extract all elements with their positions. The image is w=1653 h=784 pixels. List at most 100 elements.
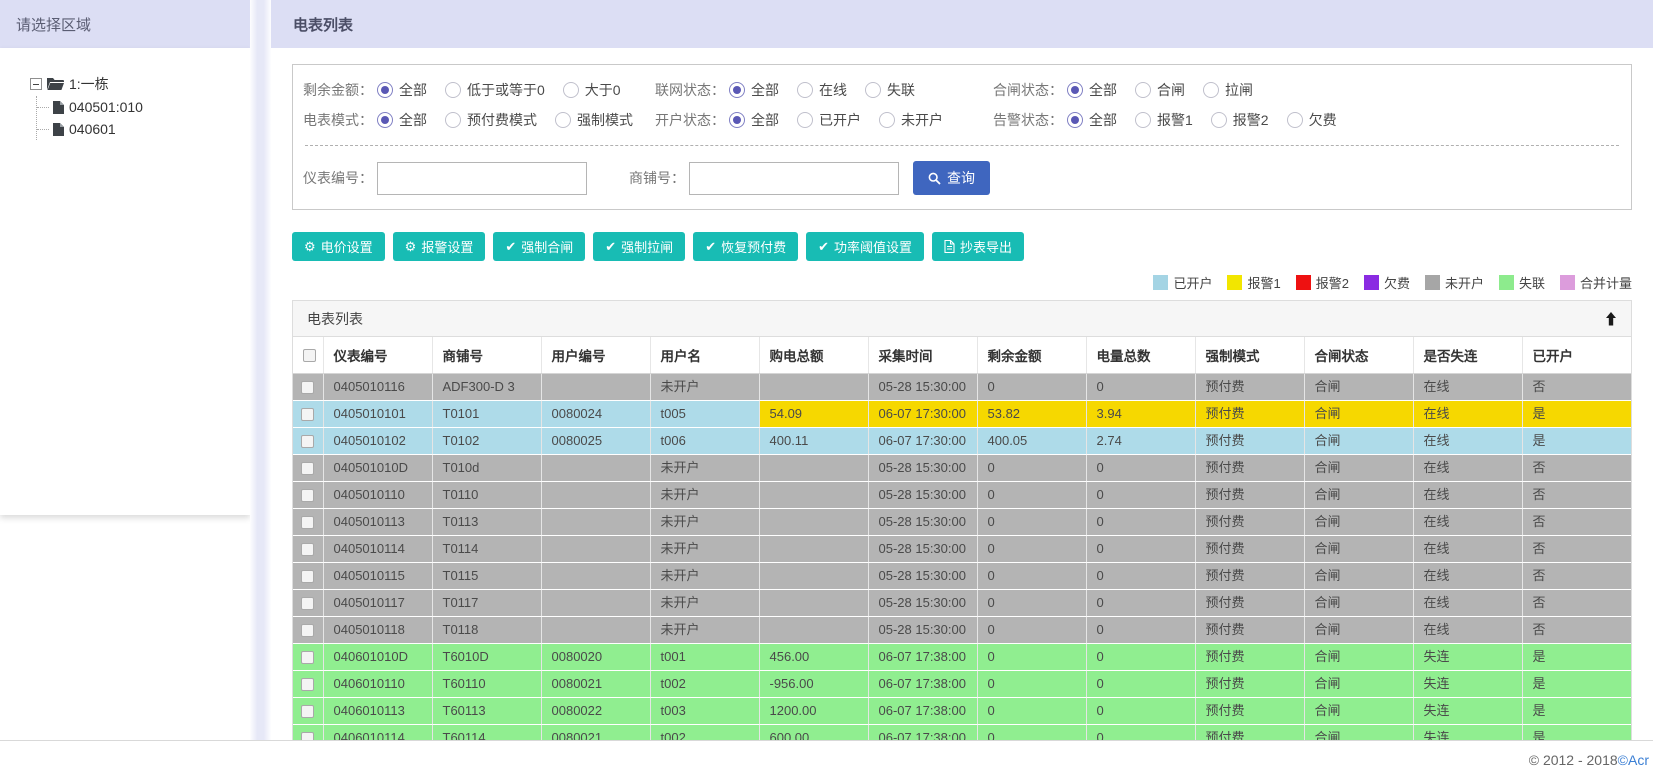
table-panel-header: 电表列表 <box>293 301 1631 337</box>
check-icon: ✔ <box>505 239 517 254</box>
action-button-label: 电价设置 <box>320 240 373 255</box>
row-checkbox[interactable] <box>301 678 315 692</box>
radio-option[interactable] <box>377 82 393 98</box>
tree-node-1[interactable]: 040601 <box>37 118 244 140</box>
table-cell: 0406010114 <box>323 724 433 740</box>
copyright-link[interactable]: ©Acr <box>1618 752 1649 768</box>
row-checkbox-cell <box>293 589 324 617</box>
table-cell: 合闸 <box>1304 481 1414 509</box>
radio-option[interactable] <box>1067 112 1083 128</box>
tree-node-label[interactable]: 040601 <box>69 121 116 137</box>
radio-option[interactable] <box>377 112 393 128</box>
table-cell: 0405010116 <box>323 373 433 401</box>
row-checkbox[interactable] <box>301 516 315 530</box>
table-cell: 否 <box>1522 481 1631 509</box>
row-checkbox[interactable] <box>301 651 315 665</box>
tree-root-node[interactable]: 1:一栋 <box>30 74 244 94</box>
table-panel-title: 电表列表 <box>307 310 363 327</box>
table-cell: 合闸 <box>1304 724 1414 740</box>
radio-option[interactable] <box>1286 112 1303 128</box>
table-cell: 否 <box>1522 508 1631 536</box>
action-button-0[interactable]: ⚙ 电价设置 <box>292 232 385 261</box>
tree-node-0[interactable]: 040501:010 <box>37 96 244 118</box>
radio-option[interactable] <box>445 112 461 128</box>
sidebar-main-divider <box>250 0 271 740</box>
table-cell: 53.82 <box>977 400 1087 428</box>
action-button-4[interactable]: ✔ 恢复预付费 <box>693 232 799 261</box>
select-all-checkbox[interactable] <box>303 349 316 363</box>
legend-label: 报警1 <box>1247 276 1281 291</box>
row-checkbox-cell <box>293 643 324 671</box>
action-button-2[interactable]: ✔ 强制合闸 <box>493 232 586 261</box>
legend-label: 欠费 <box>1383 276 1410 291</box>
radio-option-label: 拉闸 <box>1225 82 1253 98</box>
tree-collapse-icon[interactable] <box>30 78 42 90</box>
radio-option[interactable] <box>729 112 745 128</box>
table-cell: T0102 <box>432 427 542 455</box>
radio-option[interactable] <box>1067 82 1083 98</box>
table-cell: 在线 <box>1413 400 1523 428</box>
legend-item-2: 报警2 <box>1295 273 1349 292</box>
legend-chip <box>1559 275 1575 290</box>
status-legend: 已开户 报警1 报警2 欠费 未开户 失联 合并计量 <box>292 273 1632 292</box>
action-button-3[interactable]: ✔ 强制拉闸 <box>593 232 686 261</box>
tree-root-label[interactable]: 1:一栋 <box>69 74 109 94</box>
table-cell: 在线 <box>1413 454 1523 482</box>
row-checkbox[interactable] <box>301 381 315 395</box>
table-cell: 0405010113 <box>323 508 433 536</box>
table-cell: 0 <box>977 481 1087 509</box>
radio-option[interactable] <box>562 82 579 98</box>
row-checkbox[interactable] <box>301 597 315 611</box>
radio-option[interactable] <box>1135 112 1151 128</box>
radio-option[interactable] <box>865 82 881 98</box>
collapse-panel-icon[interactable] <box>1605 311 1617 326</box>
table-cell: 未开户 <box>650 454 760 482</box>
tree-node-label[interactable]: 040501:010 <box>69 99 143 115</box>
table-cell: 0 <box>1086 373 1196 401</box>
row-checkbox-cell <box>293 562 324 590</box>
radio-option-label: 在线 <box>819 82 847 98</box>
radio-option[interactable] <box>879 112 895 128</box>
table-cell: 05-28 15:30:00 <box>868 616 978 644</box>
table-cell <box>759 589 869 617</box>
radio-option[interactable] <box>797 82 813 98</box>
action-button-6[interactable]: 抄表导出 <box>932 232 1025 261</box>
table-cell <box>759 373 869 401</box>
table-cell: 05-28 15:30:00 <box>868 481 978 509</box>
radio-option[interactable] <box>1135 82 1151 98</box>
table-cell: T60110 <box>432 670 542 698</box>
action-button-5[interactable]: ✔ 功率阈值设置 <box>806 232 925 261</box>
column-header-6: 剩余金额 <box>977 337 1087 374</box>
meter-no-input[interactable] <box>377 161 587 195</box>
radio-option[interactable] <box>445 82 461 98</box>
row-checkbox[interactable] <box>301 462 315 476</box>
shop-no-input[interactable] <box>689 161 899 195</box>
table-cell: 预付费 <box>1195 454 1305 482</box>
area-tree: 1:一栋 040501:010 040601 <box>30 74 244 140</box>
table-cell: 1200.00 <box>759 697 869 725</box>
row-checkbox[interactable] <box>301 624 315 638</box>
radio-option[interactable] <box>797 112 813 128</box>
table-cell: 0406010113 <box>323 697 433 725</box>
row-checkbox[interactable] <box>301 543 315 557</box>
radio-option[interactable] <box>729 82 745 98</box>
table-cell: 05-28 15:30:00 <box>868 508 978 536</box>
table-cell: 在线 <box>1413 589 1523 617</box>
action-button-1[interactable]: ⚙ 报警设置 <box>392 232 486 261</box>
row-checkbox[interactable] <box>301 408 315 422</box>
row-checkbox[interactable] <box>301 489 315 503</box>
table-cell: 预付费 <box>1195 616 1305 644</box>
row-checkbox[interactable] <box>301 732 315 740</box>
radio-option[interactable] <box>1203 82 1219 98</box>
radio-option-label: 报警2 <box>1232 112 1269 128</box>
radio-option[interactable] <box>1210 112 1227 128</box>
table-cell: 否 <box>1522 589 1631 617</box>
radio-option[interactable] <box>555 112 571 128</box>
search-button[interactable]: 查询 <box>913 161 990 195</box>
table-cell: -956.00 <box>759 670 869 698</box>
row-checkbox[interactable] <box>301 570 315 584</box>
table-cell: 合闸 <box>1304 508 1414 536</box>
table-cell: 合闸 <box>1304 535 1414 563</box>
row-checkbox[interactable] <box>301 435 315 449</box>
row-checkbox[interactable] <box>301 705 315 719</box>
